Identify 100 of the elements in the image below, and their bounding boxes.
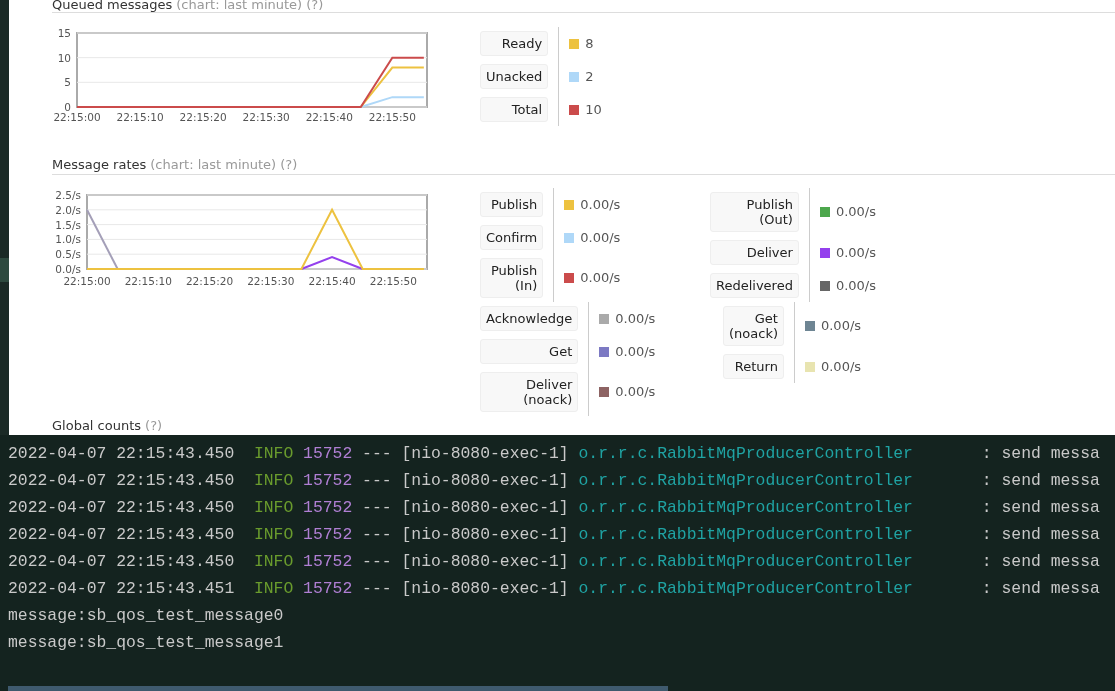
- log-level: INFO: [253, 470, 294, 492]
- axis-label: 2.0/s: [55, 203, 81, 216]
- logger-name: o.r.r.c.RabbitMqProducerController: [578, 578, 913, 600]
- legend-label: Redelivered: [710, 273, 799, 298]
- thread-name: [nio-8080-exec-1]: [401, 551, 569, 573]
- legend-value: 0.00/s: [835, 203, 877, 222]
- legend-value: 10: [585, 100, 602, 119]
- log-separator: ---: [362, 524, 392, 546]
- logger-name: o.r.r.c.RabbitMqProducerController: [578, 497, 913, 519]
- axis-label: 22:15:40: [305, 111, 353, 123]
- legend-value: 2: [585, 67, 594, 86]
- log-separator: ---: [362, 497, 392, 519]
- logger-name: o.r.r.c.RabbitMqProducerController: [578, 524, 913, 546]
- axis-label: 0.0/s: [55, 263, 81, 275]
- section-title: Queued messages: [52, 0, 173, 12]
- help-link[interactable]: (?): [306, 0, 324, 12]
- legend-value: 0.00/s: [615, 342, 656, 361]
- log-message: : send messa: [981, 443, 1100, 465]
- selection-highlight: [0, 258, 9, 282]
- axis-label: 5: [64, 76, 71, 89]
- legend-value: 0.00/s: [580, 269, 621, 288]
- output-line: message:sb_qos_test_message0: [8, 605, 284, 627]
- log-message: : send messa: [981, 524, 1100, 546]
- logger-name: o.r.r.c.RabbitMqProducerController: [578, 443, 913, 465]
- output-line: message:sb_qos_test_message1: [8, 632, 284, 654]
- log-level: INFO: [253, 524, 294, 546]
- process-id: 15752: [303, 497, 353, 519]
- section-title: Global counts: [52, 418, 142, 433]
- help-link[interactable]: (?): [280, 157, 298, 172]
- axis-label: 22:15:10: [124, 275, 172, 287]
- axis-label: 22:15:20: [185, 275, 234, 287]
- legend-label: Publish (In): [480, 258, 544, 298]
- section-note: (chart: last minute): [150, 157, 277, 172]
- process-id: 15752: [303, 443, 353, 465]
- log-timestamp: 2022-04-07 22:15:43.451: [8, 578, 235, 600]
- axis-label: 22:15:50: [369, 275, 417, 287]
- log-message: : send messa: [981, 470, 1100, 492]
- legend-label: Get: [480, 339, 579, 364]
- process-id: 15752: [303, 551, 353, 573]
- legend-value: 0.00/s: [580, 195, 621, 214]
- log-timestamp: 2022-04-07 22:15:43.450: [8, 497, 235, 519]
- legend-label: Total: [480, 97, 549, 122]
- axis-label: 22:15:30: [247, 275, 295, 287]
- scrollbar-thumb[interactable]: [8, 686, 668, 691]
- axis-label: 2.5/s: [55, 189, 81, 201]
- section-title: Message rates: [52, 157, 147, 172]
- axis-label: 0.5/s: [55, 248, 81, 261]
- legend-label: Confirm: [480, 225, 544, 250]
- log-timestamp: 2022-04-07 22:15:43.450: [8, 551, 235, 573]
- help-link[interactable]: (?): [145, 418, 163, 433]
- logger-name: o.r.r.c.RabbitMqProducerController: [578, 470, 913, 492]
- log-timestamp: 2022-04-07 22:15:43.450: [8, 524, 235, 546]
- axis-label: 0: [64, 101, 71, 113]
- legend-value: 0.00/s: [820, 317, 862, 336]
- section-note: (chart: last minute): [176, 0, 303, 12]
- thread-name: [nio-8080-exec-1]: [401, 578, 569, 600]
- legend-label: Acknowledge: [480, 306, 579, 331]
- axis-label: 10: [57, 51, 71, 64]
- axis-label: 22:15:20: [179, 111, 227, 123]
- legend-value: 0.00/s: [615, 309, 656, 328]
- legend-value: 0.00/s: [820, 357, 862, 376]
- process-id: 15752: [303, 578, 353, 600]
- legend-value: 0.00/s: [580, 228, 621, 247]
- log-message: : send messa: [981, 497, 1100, 519]
- legend-label: Ready: [480, 31, 549, 56]
- axis-label: 22:15:40: [308, 275, 356, 287]
- thread-name: [nio-8080-exec-1]: [401, 443, 569, 465]
- log-message: : send messa: [981, 578, 1100, 600]
- log-timestamp: 2022-04-07 22:15:43.450: [8, 470, 235, 492]
- legend-value: 8: [585, 34, 594, 53]
- legend-label: Deliver (noack): [480, 372, 579, 412]
- axis-label: 22:15:50: [368, 111, 416, 123]
- axis-label: 1.5/s: [55, 218, 81, 231]
- legend-value: 0.00/s: [835, 243, 877, 262]
- thread-name: [nio-8080-exec-1]: [401, 497, 569, 519]
- axis-label: 22:15:00: [63, 275, 111, 287]
- legend-label: Publish (Out): [710, 192, 799, 232]
- logger-name: o.r.r.c.RabbitMqProducerController: [578, 551, 913, 573]
- thread-name: [nio-8080-exec-1]: [401, 524, 569, 546]
- log-separator: ---: [362, 470, 392, 492]
- thread-name: [nio-8080-exec-1]: [401, 470, 569, 492]
- legend-value: 0.00/s: [615, 383, 656, 402]
- axis-label: 1.0/s: [55, 233, 81, 246]
- log-message: : send messa: [981, 551, 1100, 573]
- log-separator: ---: [362, 551, 392, 573]
- axis-label: 22:15:00: [53, 111, 101, 123]
- log-separator: ---: [362, 443, 392, 465]
- legend-label: Deliver: [710, 240, 799, 265]
- axis-label: 15: [57, 27, 71, 39]
- process-id: 15752: [303, 470, 353, 492]
- log-level: INFO: [253, 551, 294, 573]
- log-separator: ---: [362, 578, 392, 600]
- legend-value: 0.00/s: [835, 276, 877, 295]
- axis-label: 22:15:10: [116, 111, 164, 123]
- process-id: 15752: [303, 524, 353, 546]
- axis-label: 22:15:30: [242, 111, 290, 123]
- log-level: INFO: [253, 443, 294, 465]
- log-level: INFO: [253, 497, 294, 519]
- log-timestamp: 2022-04-07 22:15:43.450: [8, 443, 235, 465]
- log-level: INFO: [253, 578, 294, 600]
